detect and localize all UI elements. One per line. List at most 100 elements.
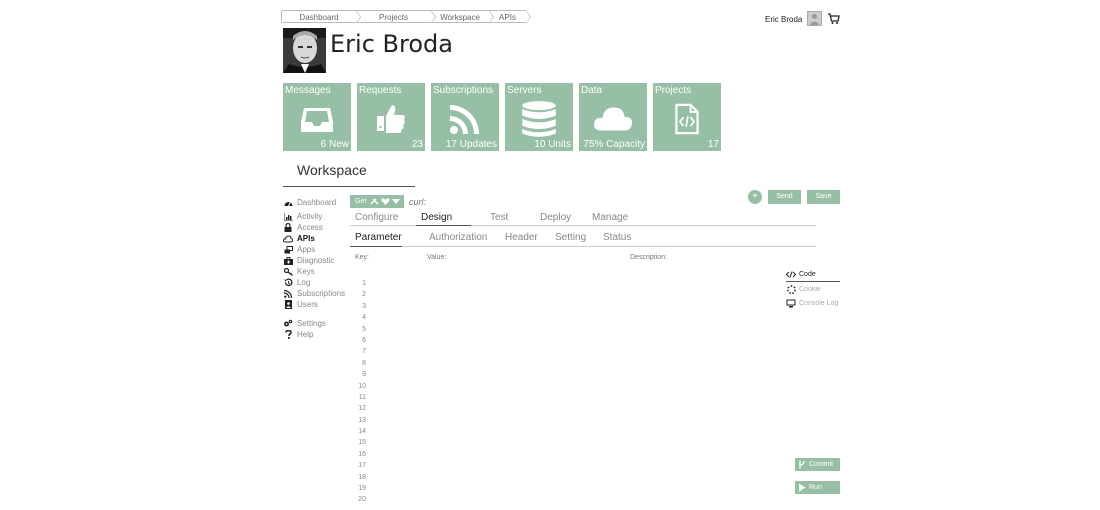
nav-item-label: Log	[297, 278, 311, 287]
line-number: 14	[358, 428, 366, 436]
line-number: 9	[362, 371, 366, 379]
tab-header[interactable]: Header	[500, 232, 550, 247]
tile-messages[interactable]: Messages 6 New	[283, 83, 351, 151]
curl-input[interactable]	[409, 196, 709, 208]
breadcrumb-workspace[interactable]: Workspace	[431, 10, 494, 24]
panel-item-label: Cookie	[799, 285, 821, 293]
method-dropdown[interactable]: Get	[350, 195, 404, 208]
workspace-title: Workspace	[297, 162, 367, 178]
nav-item-label: Apps	[297, 245, 316, 254]
tab-manage[interactable]: Manage	[587, 212, 647, 226]
spinner-icon	[786, 284, 796, 294]
panel-item-console-log[interactable]: Console Log	[786, 296, 840, 310]
add-button[interactable]: +	[748, 190, 762, 204]
nav-item-subscriptions[interactable]: Subscriptions	[283, 288, 345, 299]
cloud-icon	[593, 107, 633, 131]
user-icon	[283, 300, 293, 309]
tab-setting[interactable]: Setting	[550, 232, 598, 247]
breadcrumb-dashboard[interactable]: Dashboard	[281, 10, 361, 24]
line-number: 17	[358, 462, 366, 470]
tab-design[interactable]: Design	[416, 212, 471, 226]
nav-item-settings[interactable]: Settings	[283, 318, 345, 329]
line-number: 18	[358, 473, 366, 481]
tab-parameter[interactable]: Parameter	[350, 232, 402, 247]
tile-servers[interactable]: Servers 10 Units	[505, 83, 573, 151]
page-title: Eric Broda	[330, 30, 453, 58]
tile-value: 17 Updates	[445, 139, 497, 150]
nav-item-apis[interactable]: APIs	[283, 233, 345, 244]
nav-item-access[interactable]: Access	[283, 222, 345, 233]
tile-requests[interactable]: Requests 23	[357, 83, 425, 151]
profile-photo	[283, 28, 326, 73]
run-button[interactable]: Run	[795, 481, 840, 494]
play-icon	[799, 483, 806, 492]
tile-label: Messages	[285, 85, 331, 96]
tab-configure[interactable]: Configure	[350, 212, 416, 226]
secondary-tabs: Parameter Authorization Header Setting S…	[350, 232, 816, 247]
tab-status[interactable]: Status	[598, 232, 638, 247]
tile-value: 17	[707, 139, 719, 150]
bar-chart-icon	[283, 212, 293, 221]
send-button[interactable]: Send	[768, 190, 801, 204]
line-number: 8	[362, 359, 366, 367]
line-number: 4	[362, 314, 366, 322]
nav-item-label: Settings	[297, 319, 326, 328]
nav-item-dashboard[interactable]: Dashboard	[283, 197, 345, 208]
breadcrumb-projects[interactable]: Projects	[356, 10, 436, 24]
workspace-divider	[283, 186, 415, 187]
nav-item-keys[interactable]: Keys	[283, 266, 345, 277]
nav-item-log[interactable]: Log	[283, 277, 345, 288]
line-number: 6	[362, 336, 366, 344]
line-number: 15	[358, 439, 366, 447]
nav-item-activity[interactable]: Activity	[283, 211, 345, 222]
right-panel: Code Cookie Console Log	[786, 268, 840, 310]
nav-item-label: APIs	[297, 234, 315, 243]
line-number: 1	[362, 280, 366, 287]
nav-item-label: Subscriptions	[297, 289, 346, 298]
header-user-name[interactable]: Eric Broda	[765, 15, 802, 24]
nav-item-apps[interactable]: Apps	[283, 244, 345, 255]
gears-icon	[283, 319, 293, 328]
line-number: 2	[362, 291, 366, 299]
line-number: 12	[358, 405, 366, 413]
tab-test[interactable]: Test	[485, 212, 535, 226]
column-value: Value:	[427, 254, 447, 261]
heartbeat-icon	[381, 197, 390, 205]
line-number: 11	[358, 393, 366, 401]
tile-value: 75% Capacity	[583, 139, 645, 150]
column-description: Description:	[630, 254, 667, 261]
method-label: Get	[355, 198, 367, 205]
save-button[interactable]: Save	[807, 190, 840, 204]
tile-projects[interactable]: Projects 17	[653, 83, 721, 151]
breadcrumb-apis[interactable]: APIs	[489, 10, 531, 24]
line-number: 16	[358, 450, 366, 458]
tab-authorization[interactable]: Authorization	[424, 232, 500, 247]
cloud-upload-icon	[283, 234, 293, 243]
side-nav: Dashboard Activity Access APIs Apps Diag…	[283, 197, 345, 340]
tile-label: Servers	[507, 85, 542, 96]
tile-value: 10 Units	[534, 139, 571, 150]
tile-label: Projects	[655, 85, 692, 96]
nav-item-help[interactable]: Help	[283, 329, 345, 340]
tab-deploy[interactable]: Deploy	[535, 212, 587, 226]
cart-icon[interactable]	[828, 12, 840, 24]
run-label: Run	[809, 484, 822, 491]
nav-item-users[interactable]: Users	[283, 299, 345, 310]
nav-item-label: Keys	[297, 267, 315, 276]
commit-button[interactable]: Commit	[795, 458, 840, 471]
nav-item-label: Help	[297, 330, 314, 339]
avatar[interactable]	[807, 11, 822, 26]
tile-label: Subscriptions	[433, 85, 494, 96]
panel-item-cookie[interactable]: Cookie	[786, 282, 840, 296]
desktop-icon	[786, 299, 796, 308]
windows-icon	[283, 245, 293, 254]
tile-data[interactable]: Data 75% Capacity	[579, 83, 647, 151]
tile-subscriptions[interactable]: Subscriptions 17 Updates	[431, 83, 499, 151]
commit-label: Commit	[809, 461, 834, 468]
panel-item-label: Code	[799, 271, 816, 278]
panel-item-code[interactable]: Code	[786, 268, 840, 282]
chevron-down-icon	[392, 199, 400, 204]
nav-item-diagnostic[interactable]: Diagnostic	[283, 255, 345, 266]
git-branch-icon	[799, 460, 805, 469]
nav-item-label: Activity	[297, 212, 323, 221]
